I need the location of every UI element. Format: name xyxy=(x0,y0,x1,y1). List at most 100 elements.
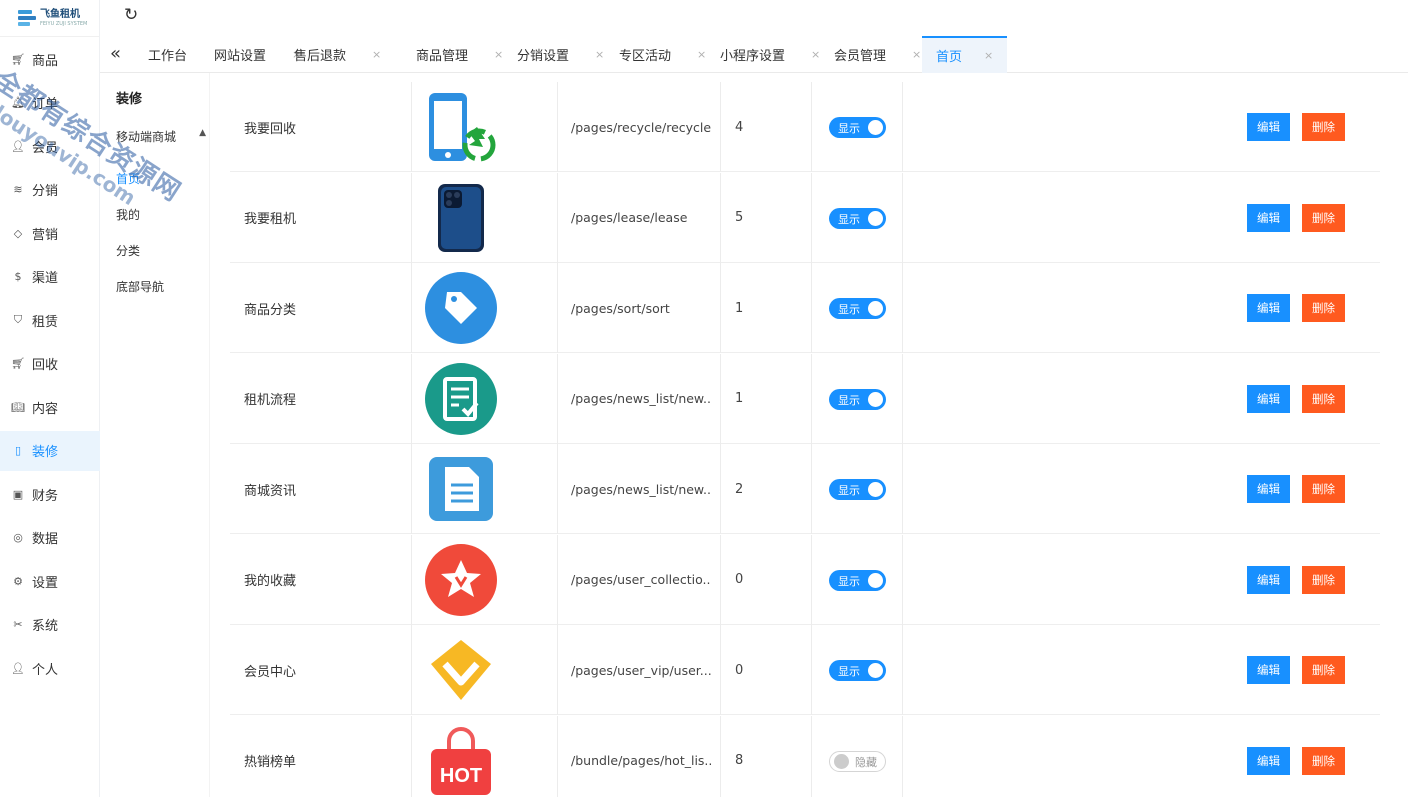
tools-icon: ✂ xyxy=(13,618,23,631)
sidebar-item-label: 个人 xyxy=(32,662,59,678)
sidebar-item-7[interactable]: 🛒︎ 回收 xyxy=(0,344,100,384)
star-icon xyxy=(425,543,497,616)
tab-4[interactable]: 分销设置 × xyxy=(517,36,604,73)
smartphone-icon xyxy=(425,182,497,254)
sidebar-item-8[interactable]: 📖︎ 内容 xyxy=(0,387,100,427)
delete-button[interactable]: 删除 xyxy=(1302,384,1345,413)
close-icon[interactable]: × xyxy=(811,48,820,61)
table-row: 商城资讯/pages/news_list/new... 2 显示 编辑 删除 xyxy=(230,444,1380,534)
close-icon[interactable]: × xyxy=(595,48,604,61)
row-sort: 1 xyxy=(735,300,744,316)
gear-icon: ⚙ xyxy=(13,574,23,588)
sidebar-item-9[interactable]: ▯ 装修 xyxy=(0,430,100,471)
tab-0[interactable]: 工作台 xyxy=(148,36,187,73)
sidebar-item-2[interactable]: 👤︎ 会员 xyxy=(0,126,100,166)
switch-label: 显示 xyxy=(838,212,860,226)
edit-button[interactable]: 编辑 xyxy=(1247,475,1290,503)
visibility-switch[interactable]: 显示 xyxy=(829,117,886,138)
tab-5[interactable]: 专区活动 × xyxy=(619,36,706,73)
sub-sidebar-item-3[interactable]: 底部导航 xyxy=(116,278,164,295)
visibility-switch[interactable]: 显示 xyxy=(829,207,886,229)
tab-label: 小程序设置 xyxy=(720,49,786,64)
sidebar-item-0[interactable]: 🛒︎ 商品 xyxy=(0,39,100,79)
sidebar-item-13[interactable]: ✂ 系统 xyxy=(0,605,100,645)
delete-button[interactable]: 删除 xyxy=(1302,746,1345,775)
hot-bag-icon: HOT xyxy=(425,725,497,797)
close-icon[interactable]: × xyxy=(697,48,706,61)
row-name: 租机流程 xyxy=(244,393,297,408)
sidebar-item-label: 会员 xyxy=(32,140,59,156)
tablet-icon: ▯ xyxy=(14,444,22,457)
coin-icon: $ xyxy=(14,270,22,283)
logo[interactable]: 飞鱼租机 FEIYU ZUJI SYSTEM xyxy=(0,0,99,37)
visibility-switch[interactable]: 隐藏 xyxy=(829,750,886,772)
switch-label: 显示 xyxy=(838,665,860,678)
tab-3[interactable]: 商品管理 × xyxy=(416,36,503,73)
sidebar-item-5[interactable]: $ 渠道 xyxy=(0,257,100,297)
visibility-switch[interactable]: 显示 xyxy=(829,479,886,500)
sub-sidebar-item-0[interactable]: 首页 xyxy=(116,170,140,187)
delete-button[interactable]: 删除 xyxy=(1302,656,1345,684)
row-path: /pages/news_list/new... xyxy=(571,391,711,406)
row-path: /pages/lease/lease xyxy=(571,210,688,225)
collapse-tabs-icon[interactable]: « xyxy=(110,43,121,64)
sidebar-item-6[interactable]: ⛉ 租赁 xyxy=(0,300,100,340)
sidebar-item-10[interactable]: ▣ 财务 xyxy=(0,474,100,514)
tab-7[interactable]: 会员管理 × xyxy=(834,36,921,73)
tab-2[interactable]: 售后退款 × xyxy=(294,36,381,73)
table-row: 商品分类/pages/sort/sort 1 显示 编辑 删除 xyxy=(230,263,1380,353)
close-icon[interactable]: × xyxy=(494,48,503,61)
sub-sidebar-group[interactable]: 移动端商城 ▲ xyxy=(116,128,206,145)
visibility-switch[interactable]: 显示 xyxy=(829,569,886,591)
close-icon[interactable]: × xyxy=(912,48,921,61)
row-sort: 8 xyxy=(735,753,744,768)
delete-button[interactable]: 删除 xyxy=(1302,565,1345,594)
delete-button[interactable]: 删除 xyxy=(1302,113,1345,141)
close-icon[interactable]: × xyxy=(372,48,381,61)
cart-icon: 🛒︎ xyxy=(11,52,25,66)
table-row: 热销榜单 HOT/bundle/pages/hot_lis... 8 隐藏 编辑 删除 xyxy=(230,715,1380,797)
visibility-switch[interactable]: 显示 xyxy=(829,388,886,410)
delete-button[interactable]: 删除 xyxy=(1302,294,1345,322)
sidebar-item-label: 数据 xyxy=(32,532,59,547)
tab-label: 工作台 xyxy=(148,49,188,64)
edit-button[interactable]: 编辑 xyxy=(1247,746,1290,775)
tab-6[interactable]: 小程序设置 × xyxy=(720,36,820,73)
row-path: /bundle/pages/hot_lis... xyxy=(571,753,711,768)
sidebar-item-label: 渠道 xyxy=(32,271,59,286)
sub-sidebar-item-1[interactable]: 我的 xyxy=(116,206,140,223)
refresh-icon[interactable]: ↻ xyxy=(124,5,138,25)
sidebar-item-3[interactable]: ≋ 分销 xyxy=(0,170,100,210)
vip-diamond-icon xyxy=(425,634,497,706)
edit-button[interactable]: 编辑 xyxy=(1247,565,1290,594)
edit-button[interactable]: 编辑 xyxy=(1247,384,1290,413)
visibility-switch[interactable]: 显示 xyxy=(829,660,886,681)
sidebar-item-14[interactable]: 👤︎ 个人 xyxy=(0,648,100,688)
edit-button[interactable]: 编辑 xyxy=(1247,113,1290,141)
delete-button[interactable]: 删除 xyxy=(1302,475,1345,503)
sidebar-item-1[interactable]: 🔔︎ 订单 xyxy=(0,83,100,123)
switch-label: 显示 xyxy=(838,393,860,407)
cart-icon: 🛒︎ xyxy=(11,357,25,370)
tab-8[interactable]: 首页 × xyxy=(922,36,1008,73)
row-sort: 5 xyxy=(735,210,744,225)
sidebar-item-label: 设置 xyxy=(32,575,59,591)
tab-1[interactable]: 网站设置 × xyxy=(214,36,301,73)
sub-sidebar-item-2[interactable]: 分类 xyxy=(116,242,140,259)
sidebar-item-11[interactable]: ◎ 数据 xyxy=(0,518,100,558)
edit-button[interactable]: 编辑 xyxy=(1247,294,1290,322)
row-sort: 0 xyxy=(735,662,744,678)
edit-button[interactable]: 编辑 xyxy=(1247,656,1290,684)
tab-label: 分销设置 xyxy=(517,49,570,64)
row-sort: 0 xyxy=(735,572,744,587)
edit-button[interactable]: 编辑 xyxy=(1247,203,1290,232)
row-name: 会员中心 xyxy=(244,664,297,680)
main-sidebar: 飞鱼租机 FEIYU ZUJI SYSTEM 🛒︎ 商品 🔔︎ 订单 👤︎ 会员 ≋ 分销 ◇ 营… xyxy=(0,0,100,797)
wallet-icon: ▣ xyxy=(12,487,24,501)
sidebar-item-4[interactable]: ◇ 营销 xyxy=(0,213,100,253)
close-icon[interactable]: × xyxy=(984,49,993,62)
sidebar-item-12[interactable]: ⚙ 设置 xyxy=(0,561,100,601)
visibility-switch[interactable]: 显示 xyxy=(829,298,886,319)
sidebar-item-label: 内容 xyxy=(32,401,59,417)
delete-button[interactable]: 删除 xyxy=(1302,203,1345,232)
